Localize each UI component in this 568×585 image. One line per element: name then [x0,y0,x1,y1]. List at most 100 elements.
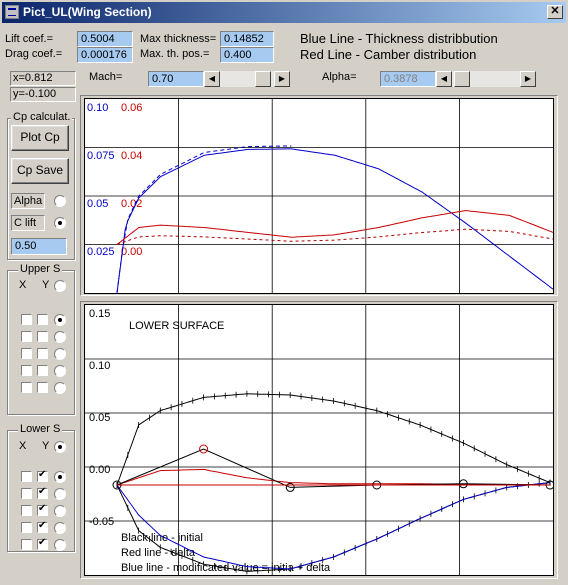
delta-line [116,468,550,486]
initial-upper-line [116,393,551,486]
top-blue-tick: 0.05 [87,198,108,210]
red-line-legend: Red Line - Camber distribution [300,47,477,62]
max-thickness-label: Max thickness= [140,33,217,45]
lower-row-point-radio[interactable] [54,488,66,500]
cp-calc-title: Cp calculat. [11,111,73,123]
upper-row-point-radio[interactable] [54,314,66,326]
alpha-option-label: Alpha [11,193,45,209]
bottom-y-tick: -0.05 [89,516,114,528]
top-blue-tick: 0.10 [87,102,108,114]
lower-row-y-checkbox[interactable] [37,486,48,499]
lift-coef-value: 0.5004 [77,31,133,47]
title-bar[interactable]: Pict_UL(Wing Section) ✕ [2,2,566,23]
drag-coef-value: 0.000176 [77,47,133,63]
upper-y-header: Y [42,279,50,291]
clift-value-input[interactable]: 0.50 [11,238,67,255]
upper-row-x-checkbox[interactable] [21,314,32,325]
lift-coef-label: Lift coef.= [5,33,54,45]
close-button[interactable]: ✕ [547,5,563,19]
lower-header-radio[interactable] [54,441,66,453]
upper-surface-title: Upper S [18,263,63,275]
mach-slider-thumb[interactable] [255,71,271,87]
mach-value[interactable]: 0.70 [148,71,204,87]
upper-surface-group [7,270,75,415]
top-red-tick: 0.04 [121,150,142,162]
bottom-plot[interactable]: 0.15 0.10 0.05 0.00 -0.05 LOWER SURFACE Black … [84,304,554,576]
top-plot[interactable]: 0.100.0750.050.0250.060.040.020.00-0.02 [84,98,554,294]
upper-row-point-radio[interactable] [54,348,66,360]
alpha-slider-left-arrow[interactable]: ◀ [436,71,452,87]
thickness-line [116,148,553,293]
alpha-label: Alpha= [322,71,357,83]
window-title: Pict_UL(Wing Section) [23,5,152,19]
bottom-y-tick: 0.15 [89,308,110,320]
lower-y-header: Y [42,440,50,452]
bottom-y-tick: 0.00 [89,464,110,476]
bottom-note: Black line - initial [121,532,203,544]
upper-row-y-checkbox[interactable] [37,365,48,376]
lower-surface-title: Lower S [18,423,63,435]
upper-x-header: X [19,279,27,291]
lower-row-y-checkbox[interactable] [37,503,48,516]
lower-row-x-checkbox[interactable] [21,505,32,516]
upper-header-radio[interactable] [54,280,66,292]
alpha-slider-right-arrow[interactable]: ▶ [520,71,536,87]
max-thickness-pos-label: Max. th. pos.= [140,48,210,60]
plot-cp-button[interactable]: Plot Cp [11,125,69,151]
mach-slider-right-arrow[interactable]: ▶ [274,71,290,87]
upper-row-x-checkbox[interactable] [21,348,32,359]
max-thickness-pos-value: 0.400 [220,47,274,63]
lower-surface-title: LOWER SURFACE [129,320,224,332]
blue-line-legend: Blue Line - Thickness distribbution [300,31,498,46]
lower-row-point-radio[interactable] [54,505,66,517]
camber-initial-line [116,228,553,245]
upper-row-x-checkbox[interactable] [21,365,32,376]
cursor-y-readout: y=-0.100 [10,87,76,102]
alpha-value[interactable]: 0.3878 [380,71,436,87]
bottom-y-tick: 0.10 [89,360,110,372]
upper-row-y-checkbox[interactable] [37,382,48,393]
upper-row-y-checkbox[interactable] [37,348,48,359]
upper-row-y-checkbox[interactable] [37,314,48,325]
upper-row-y-checkbox[interactable] [37,331,48,342]
lower-row-x-checkbox[interactable] [21,488,32,499]
lower-row-x-checkbox[interactable] [21,539,32,550]
max-thickness-value: 0.14852 [220,31,274,47]
lower-x-header: X [19,440,27,452]
top-red-tick: 0.00 [121,246,142,258]
cursor-x-readout: x=0.812 [10,71,76,86]
alpha-slider-thumb[interactable] [454,71,470,87]
lower-row-y-checkbox[interactable] [37,520,48,533]
mach-slider-left-arrow[interactable]: ◀ [204,71,220,87]
top-plot-svg: 0.100.0750.050.0250.060.040.020.00-0.02 [85,99,553,293]
top-red-tick: 0.02 [121,198,142,210]
lower-row-point-radio[interactable] [54,471,66,483]
mach-label: Mach= [89,71,123,83]
lower-row-point-radio[interactable] [54,522,66,534]
alpha-slider[interactable]: ◀ ▶ [436,71,536,87]
upper-row-x-checkbox[interactable] [21,331,32,342]
clift-option-label: C lift [11,215,45,231]
upper-row-point-radio[interactable] [54,382,66,394]
clift-option-radio[interactable] [54,217,66,229]
drag-coef-label: Drag coef.= [5,48,63,60]
top-blue-tick: 0.075 [87,150,115,162]
lower-row-x-checkbox[interactable] [21,471,32,482]
app-icon [5,5,19,19]
lower-row-y-checkbox[interactable] [37,537,48,550]
bottom-plot-svg: 0.15 0.10 0.05 0.00 -0.05 LOWER SURFACE Black … [85,305,553,575]
app-window: Pict_UL(Wing Section) ✕ Lift coef.= 0.50… [0,0,568,585]
thickness-initial-line [116,145,292,293]
upper-row-point-radio[interactable] [54,331,66,343]
lower-row-point-radio[interactable] [54,539,66,551]
upper-row-x-checkbox[interactable] [21,382,32,393]
upper-row-point-radio[interactable] [54,365,66,377]
cp-save-button[interactable]: Cp Save [11,158,69,184]
top-red-tick: 0.06 [121,102,142,114]
lower-row-y-checkbox[interactable] [37,469,48,482]
top-blue-tick: 0.025 [87,246,115,258]
lower-row-x-checkbox[interactable] [21,522,32,533]
alpha-option-radio[interactable] [54,195,66,207]
mach-slider[interactable]: ◀ ▶ [204,71,290,87]
bottom-y-tick: 0.05 [89,412,110,424]
